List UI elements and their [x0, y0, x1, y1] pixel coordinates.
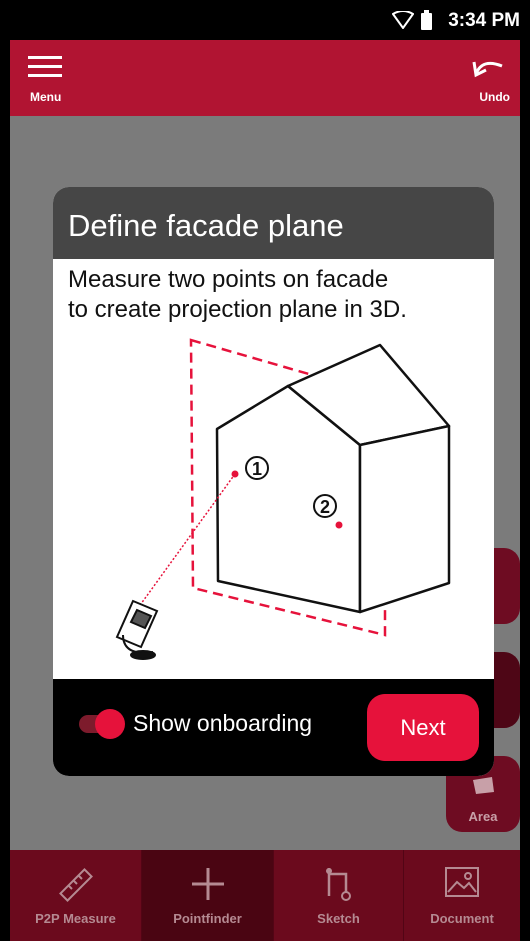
facade-illustration: 1 2 [115, 338, 451, 660]
undo-label: Undo [479, 90, 510, 104]
next-button[interactable]: Next [367, 694, 479, 761]
sketch-icon [325, 868, 351, 901]
nav-p2p-measure[interactable]: P2P Measure [10, 850, 142, 941]
undo-icon [472, 61, 503, 78]
nav-label-sketch: Sketch [317, 911, 360, 926]
ruler-icon [58, 868, 93, 902]
point-2-number: 2 [320, 497, 330, 517]
menu-label: Menu [30, 90, 62, 104]
laser-meter-icon [115, 599, 159, 660]
wifi-icon [392, 11, 414, 29]
undo-button[interactable]: Undo [466, 52, 512, 108]
image-icon [445, 867, 479, 897]
nav-label-document: Document [430, 911, 494, 926]
onboarding-dialog: Define facade plane Measure two points o… [53, 187, 494, 776]
point-1-dot [231, 470, 239, 478]
menu-button[interactable]: Menu [24, 52, 70, 108]
toggle-thumb [95, 709, 125, 739]
area-icon [473, 777, 494, 794]
show-onboarding-label: Show onboarding [133, 710, 313, 736]
app-bar: Menu Undo [10, 40, 520, 116]
battery-icon [421, 10, 432, 30]
dialog-header: Define facade plane [53, 187, 494, 259]
status-bar: 3:34 PM [0, 0, 530, 40]
point-2-dot [335, 521, 343, 529]
dialog-footer: Show onboarding Next [53, 679, 494, 776]
bottom-navigation: P2P Measure Pointfinder Sketch Document [10, 850, 520, 941]
dialog-body: Measure two points on facade to create p… [68, 265, 488, 325]
dialog-body-line-2: to create projection plane in 3D. [68, 296, 407, 323]
nav-pointfinder[interactable]: Pointfinder [142, 850, 274, 941]
status-time: 3:34 PM [448, 10, 520, 31]
point-1-number: 1 [252, 459, 262, 479]
nav-sketch[interactable]: Sketch [274, 850, 404, 941]
plus-icon [191, 868, 224, 900]
show-onboarding-toggle[interactable] [79, 709, 125, 739]
nav-document[interactable]: Document [404, 850, 520, 941]
dialog-body-line-1: Measure two points on facade [68, 266, 389, 293]
area-label: Area [468, 809, 498, 824]
nav-label-p2p: P2P Measure [35, 911, 116, 926]
hamburger-icon [28, 56, 62, 77]
nav-label-pointfinder: Pointfinder [173, 911, 242, 926]
dialog-title: Define facade plane [68, 208, 344, 243]
